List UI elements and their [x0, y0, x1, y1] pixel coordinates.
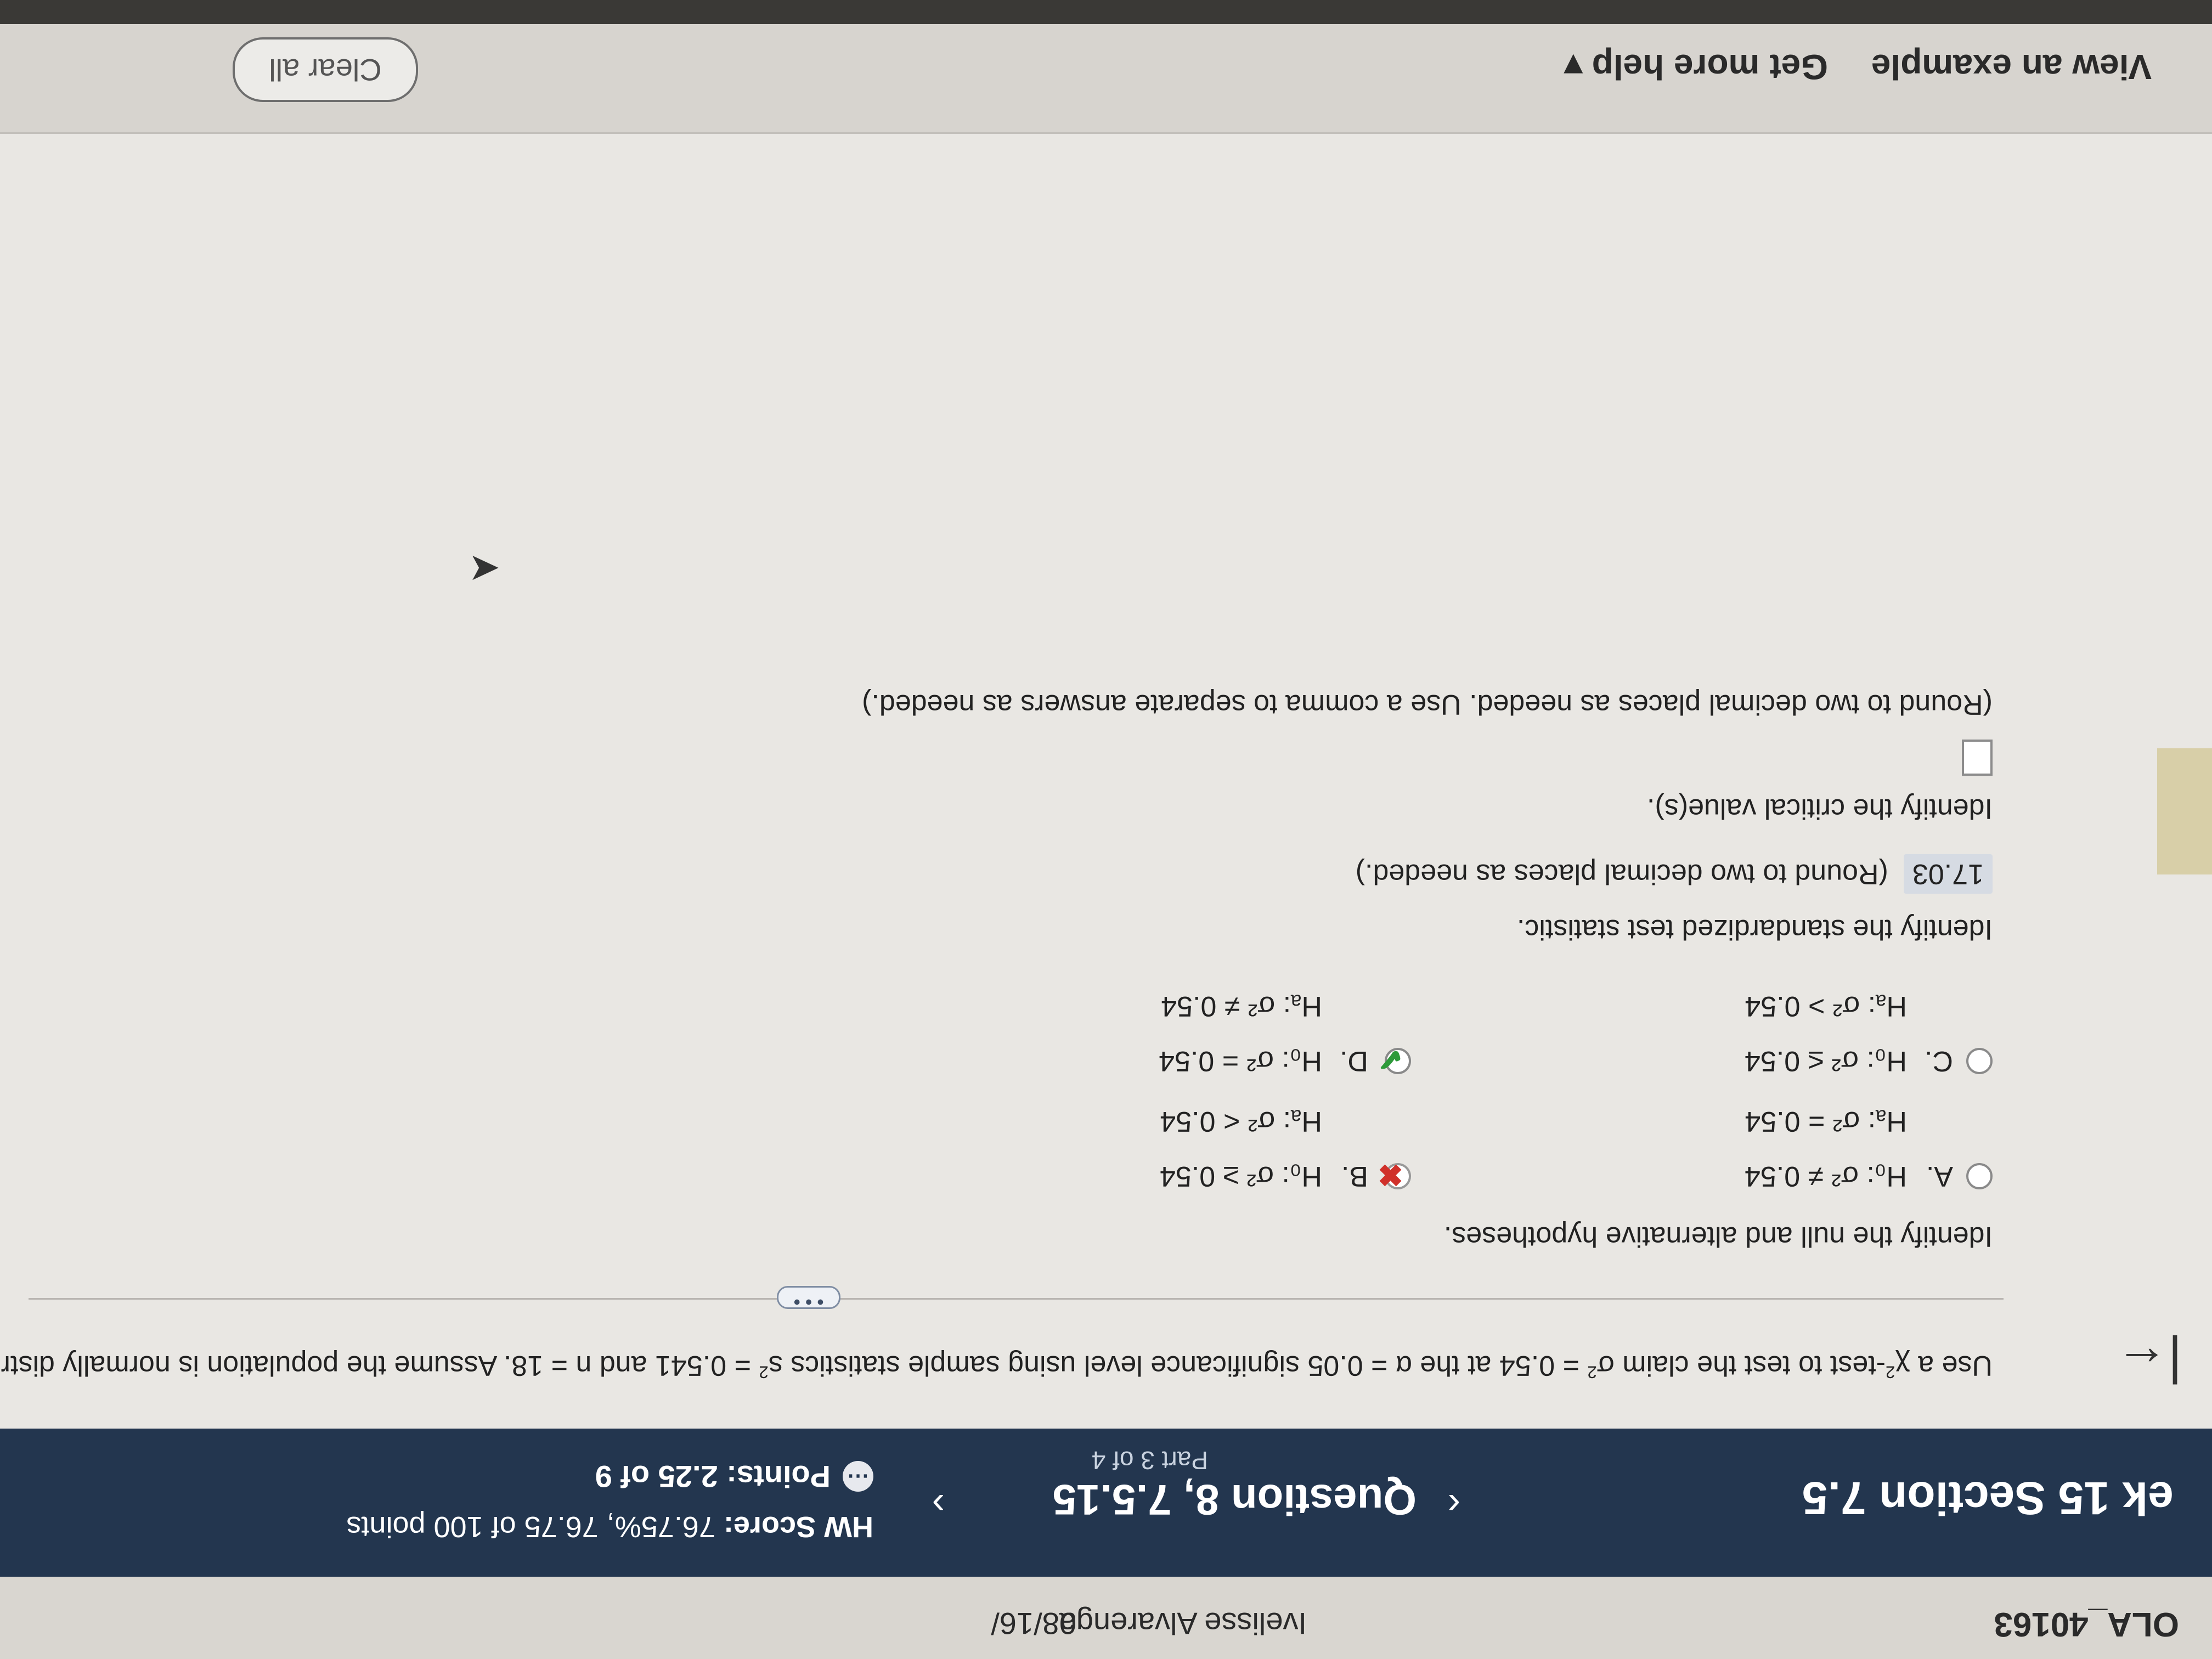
next-question-button[interactable]: ›: [932, 1483, 945, 1527]
option-a-null: H₀: σ² ≠ 0.54: [1744, 1160, 1907, 1192]
option-a-letter: A.: [1926, 1160, 1953, 1192]
user-name[interactable]: Ivelisse Alvarenga: [1059, 1606, 1307, 1641]
option-a-alt: Hₐ: σ² = 0.54: [1745, 1105, 1907, 1137]
critical-value-input[interactable]: [1962, 740, 1993, 776]
critical-value-row: [1962, 740, 1993, 776]
option-d-alt: Hₐ: σ² ≠ 0.54: [1161, 990, 1322, 1022]
correct-check-icon: ✔: [1378, 1042, 1403, 1077]
option-b-alt: Hₐ: σ² < 0.54: [1160, 1105, 1322, 1137]
clear-all-button[interactable]: Clear all: [233, 37, 418, 102]
test-statistic-row: 17.03 (Round to two decimal places as ne…: [1356, 854, 1993, 894]
assignment-header: ek 15 Section 7.5 ‹ Question 8, 7.5.15 ›…: [0, 1429, 2212, 1577]
option-b-null: H₀: σ² ≥ 0.54: [1159, 1160, 1322, 1192]
mouse-cursor-icon: ➤: [468, 545, 500, 588]
prompt-part-c: = 0.54 at the α = 0.05 significance leve…: [768, 1350, 1588, 1381]
part-label: Part 3 of 4: [1091, 1446, 1208, 1475]
question-title: Question 8, 7.5.15: [1052, 1476, 1417, 1524]
back-to-start-icon[interactable]: |←: [2115, 1335, 2182, 1393]
dots-icon: ⋯: [843, 1461, 873, 1492]
prompt-sup-1: 2: [1886, 1362, 1895, 1382]
incorrect-x-icon: ✖: [1378, 1158, 1403, 1192]
bottom-edge: [0, 0, 2212, 24]
top-bar: OLA_40163 Ivelisse Alvarenga 08/16/: [0, 1577, 2212, 1659]
view-example-link[interactable]: View an example: [1871, 47, 2152, 87]
option-a[interactable]: A. H₀: σ² ≠ 0.54 Hₐ: σ² = 0.54: [1745, 1105, 1993, 1193]
side-highlight: [2157, 748, 2212, 874]
option-c-null: H₀: σ² ≤ 0.54: [1744, 1045, 1907, 1077]
test-statistic-question: Identify the standardized test statistic…: [1516, 913, 1993, 945]
divider: [29, 1298, 2004, 1300]
previous-question-button[interactable]: ‹: [1448, 1483, 1460, 1527]
more-button[interactable]: • • •: [777, 1286, 840, 1312]
homework-title: ek 15 Section 7.5: [1802, 1472, 2174, 1524]
question-content: |← Use a χ2-test to test the claim σ2 = …: [0, 134, 2212, 1429]
question-prompt: Use a χ2-test to test the claim σ2 = 0.5…: [0, 1349, 1993, 1382]
page: OLA_40163 Ivelisse Alvarenga 08/16/ ek 1…: [0, 0, 2212, 1659]
points-row: ⋯ Points: 2.25 of 9: [595, 1459, 873, 1494]
test-statistic-hint: (Round to two decimal places as needed.): [1355, 858, 1888, 890]
prompt-part-d: = 0.541 and n = 18. Assume the populatio…: [0, 1350, 751, 1381]
points-label: Points: 2.25 of 9: [595, 1459, 831, 1494]
test-statistic-answer[interactable]: 17.03: [1903, 854, 1993, 894]
option-d-letter: D.: [1340, 1045, 1368, 1077]
prompt-part-b: -test to test the claim σ: [1596, 1350, 1886, 1381]
option-b-letter: B.: [1341, 1160, 1368, 1192]
prompt-sup-2: 2: [1587, 1362, 1597, 1382]
date-text: 08/16/: [991, 1606, 1076, 1641]
option-c-letter: C.: [1925, 1045, 1953, 1077]
hw-score-label: HW Score:: [723, 1510, 873, 1543]
hypotheses-question: Identify the null and alternative hypoth…: [1443, 1221, 1993, 1252]
option-b[interactable]: ✖ B. H₀: σ² ≥ 0.54 Hₐ: σ² < 0.54: [1160, 1105, 1411, 1193]
hw-score: HW Score: 76.75%, 76.75 of 100 points: [346, 1510, 873, 1544]
prompt-sup-3: 2: [759, 1362, 769, 1382]
prompt-part-a: Use a χ: [1895, 1350, 1993, 1381]
option-c-alt: Hₐ: σ² > 0.54: [1745, 990, 1907, 1022]
option-d[interactable]: ✔ D. H₀: σ² = 0.54 Hₐ: σ² ≠ 0.54: [1159, 990, 1411, 1077]
course-code: OLA_40163: [1994, 1605, 2179, 1643]
hw-score-value: 76.75%, 76.75 of 100 points: [346, 1510, 715, 1543]
critical-value-question: Identify the critical value(s).: [1646, 793, 1993, 825]
option-c[interactable]: C. H₀: σ² ≤ 0.54 Hₐ: σ² > 0.54: [1745, 990, 1993, 1077]
option-c-radio[interactable]: [1966, 1048, 1993, 1074]
critical-value-hint: (Round to two decimal places as needed. …: [862, 689, 1993, 720]
option-d-null: H₀: σ² = 0.54: [1159, 1045, 1322, 1077]
option-a-radio[interactable]: [1966, 1163, 1993, 1189]
get-more-help-button[interactable]: Get more help ▾: [1565, 46, 1828, 87]
